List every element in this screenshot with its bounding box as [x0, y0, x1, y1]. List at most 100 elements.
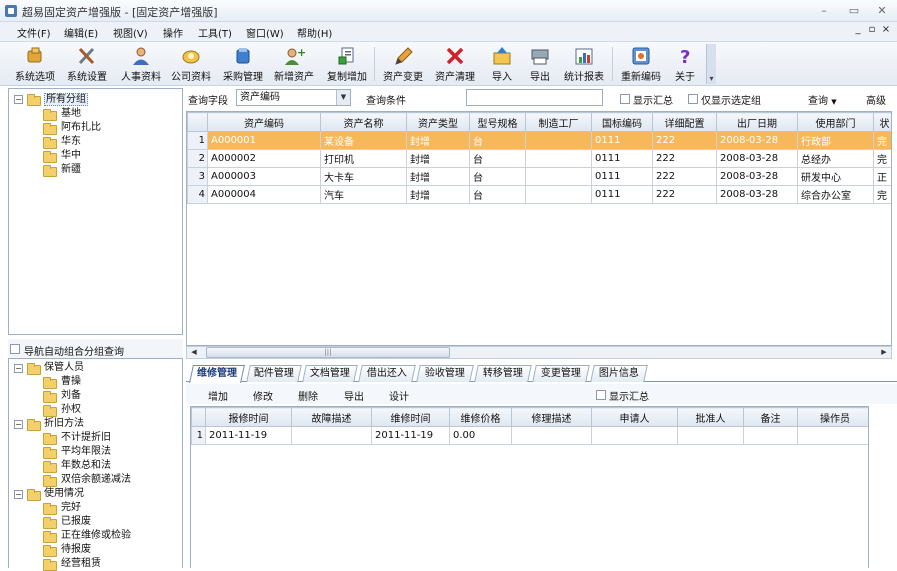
table-cell[interactable]: A000001: [207, 131, 321, 150]
tree-item[interactable]: 不计提折旧: [61, 431, 111, 445]
menu-operate[interactable]: 操作: [163, 25, 183, 40]
menu-help[interactable]: 帮助(H): [297, 25, 332, 40]
repair-design-button[interactable]: 设计: [389, 388, 409, 403]
table-cell[interactable]: 2011-11-19: [371, 426, 450, 445]
table-row[interactable]: 1 A000001 某设备 封增 台 0111 222 2008-03-28 行…: [187, 131, 891, 150]
close-icon[interactable]: ✕: [872, 3, 892, 19]
collapse-icon[interactable]: −: [14, 364, 23, 373]
tree-item[interactable]: 华东: [61, 135, 81, 149]
tree-item[interactable]: 待报废: [61, 543, 91, 557]
only-selected-group-checkbox[interactable]: [688, 94, 698, 104]
table-cell[interactable]: 汽车: [320, 185, 407, 204]
table-cell[interactable]: 封增: [406, 131, 470, 150]
table-cell[interactable]: 0111: [591, 149, 653, 168]
column-header[interactable]: 状: [873, 112, 891, 132]
menu-file[interactable]: 文件(F): [17, 25, 51, 40]
nav-section-label[interactable]: 使用情况: [44, 487, 84, 501]
nav-section-label[interactable]: 保管人员: [44, 361, 84, 375]
collapse-icon[interactable]: −: [14, 420, 23, 429]
tree-item[interactable]: 新疆: [61, 163, 81, 177]
table-cell[interactable]: 正: [873, 167, 891, 186]
table-cell[interactable]: 总经办: [797, 149, 874, 168]
table-cell[interactable]: [743, 426, 798, 445]
scroll-right-icon[interactable]: ▶: [878, 347, 890, 358]
toolbar-asset-change-button[interactable]: 资产变更: [380, 44, 426, 84]
column-header[interactable]: 操作员: [797, 407, 868, 427]
table-cell[interactable]: 封增: [406, 149, 470, 168]
column-header[interactable]: 详细配置: [652, 112, 717, 132]
table-cell[interactable]: 222: [652, 185, 717, 204]
query-field-select[interactable]: 资产编码 ▼: [236, 89, 351, 106]
table-cell[interactable]: A000003: [207, 167, 321, 186]
table-cell[interactable]: 0111: [591, 167, 653, 186]
mdi-minimize-icon[interactable]: _: [852, 24, 864, 38]
table-cell[interactable]: 2008-03-28: [716, 185, 798, 204]
mdi-restore-icon[interactable]: ▫: [866, 24, 878, 38]
tab-acceptance[interactable]: 验收管理: [416, 365, 474, 382]
table-cell[interactable]: 行政部: [797, 131, 874, 150]
table-cell[interactable]: 研发中心: [797, 167, 874, 186]
column-header[interactable]: 维修价格: [449, 407, 512, 427]
column-header[interactable]: 制造工厂: [525, 112, 592, 132]
column-header[interactable]: 国标编码: [591, 112, 653, 132]
table-cell[interactable]: 打印机: [320, 149, 407, 168]
collapse-icon[interactable]: −: [14, 95, 23, 104]
table-cell[interactable]: 台: [469, 149, 526, 168]
tree-item[interactable]: 双倍余额递减法: [61, 473, 131, 487]
column-header[interactable]: 出厂日期: [716, 112, 798, 132]
column-header[interactable]: [187, 112, 208, 132]
table-cell[interactable]: [291, 426, 372, 445]
tab-transfer[interactable]: 转移管理: [474, 365, 532, 382]
column-header[interactable]: 资产名称: [320, 112, 407, 132]
toolbar-export-button[interactable]: 导出: [522, 44, 558, 84]
tree-item[interactable]: 经营租赁: [61, 557, 101, 571]
nav-auto-combine-checkbox[interactable]: [10, 344, 20, 354]
column-header[interactable]: 型号规格: [469, 112, 526, 132]
menu-tools[interactable]: 工具(T): [198, 25, 232, 40]
table-row[interactable]: 2 A000002 打印机 封增 台 0111 222 2008-03-28 总…: [187, 149, 891, 168]
tree-item[interactable]: 孙权: [61, 403, 81, 417]
table-cell[interactable]: 222: [652, 131, 717, 150]
column-header[interactable]: 资产类型: [406, 112, 470, 132]
column-header[interactable]: 修理描述: [511, 407, 592, 427]
mdi-close-icon[interactable]: ×: [880, 24, 892, 38]
table-cell[interactable]: 台: [469, 167, 526, 186]
query-condition-input[interactable]: [466, 89, 603, 106]
column-header[interactable]: 申请人: [591, 407, 678, 427]
table-cell[interactable]: 2011-11-19: [205, 426, 292, 445]
toolbar-personnel-button[interactable]: 人事资料: [118, 44, 164, 84]
toolbar-about-button[interactable]: ? 关于: [669, 44, 701, 84]
menu-window[interactable]: 窗口(W): [246, 25, 284, 40]
table-cell[interactable]: 2008-03-28: [716, 149, 798, 168]
table-row[interactable]: 1 2011-11-19 2011-11-19 0.00: [191, 426, 868, 445]
scroll-left-icon[interactable]: ◀: [188, 347, 200, 358]
maximize-icon[interactable]: ▭: [844, 3, 864, 19]
tree-item[interactable]: 已报废: [61, 515, 91, 529]
collapse-icon[interactable]: −: [14, 490, 23, 499]
table-cell[interactable]: 封增: [406, 167, 470, 186]
table-row[interactable]: 4 A000004 汽车 封增 台 0111 222 2008-03-28 综合…: [187, 185, 891, 204]
tab-pictures[interactable]: 图片信息: [590, 365, 648, 382]
tab-parts[interactable]: 配件管理: [246, 365, 302, 382]
toolbar-company-button[interactable]: 公司资料: [168, 44, 214, 84]
tree-item[interactable]: 刘备: [61, 389, 81, 403]
toolbar-overflow-icon[interactable]: ▾: [706, 44, 716, 84]
tab-documents[interactable]: 文档管理: [302, 365, 358, 382]
tree-item[interactable]: 基地: [61, 107, 81, 121]
table-cell[interactable]: 大卡车: [320, 167, 407, 186]
table-cell[interactable]: 完: [873, 149, 891, 168]
advanced-button[interactable]: 高级: [866, 92, 886, 107]
minimize-icon[interactable]: –: [814, 3, 834, 19]
nav-section-label[interactable]: 折旧方法: [44, 417, 84, 431]
chevron-down-icon[interactable]: ▼: [336, 90, 350, 105]
table-cell[interactable]: 222: [652, 149, 717, 168]
table-cell[interactable]: 0111: [591, 131, 653, 150]
column-header[interactable]: 备注: [743, 407, 798, 427]
table-row[interactable]: 3 A000003 大卡车 封增 台 0111 222 2008-03-28 研…: [187, 167, 891, 186]
query-button[interactable]: 查询 ▼: [808, 92, 837, 107]
table-cell[interactable]: A000002: [207, 149, 321, 168]
table-cell[interactable]: 台: [469, 185, 526, 204]
table-cell[interactable]: [525, 149, 592, 168]
column-header[interactable]: 批准人: [677, 407, 744, 427]
table-cell[interactable]: A000004: [207, 185, 321, 204]
